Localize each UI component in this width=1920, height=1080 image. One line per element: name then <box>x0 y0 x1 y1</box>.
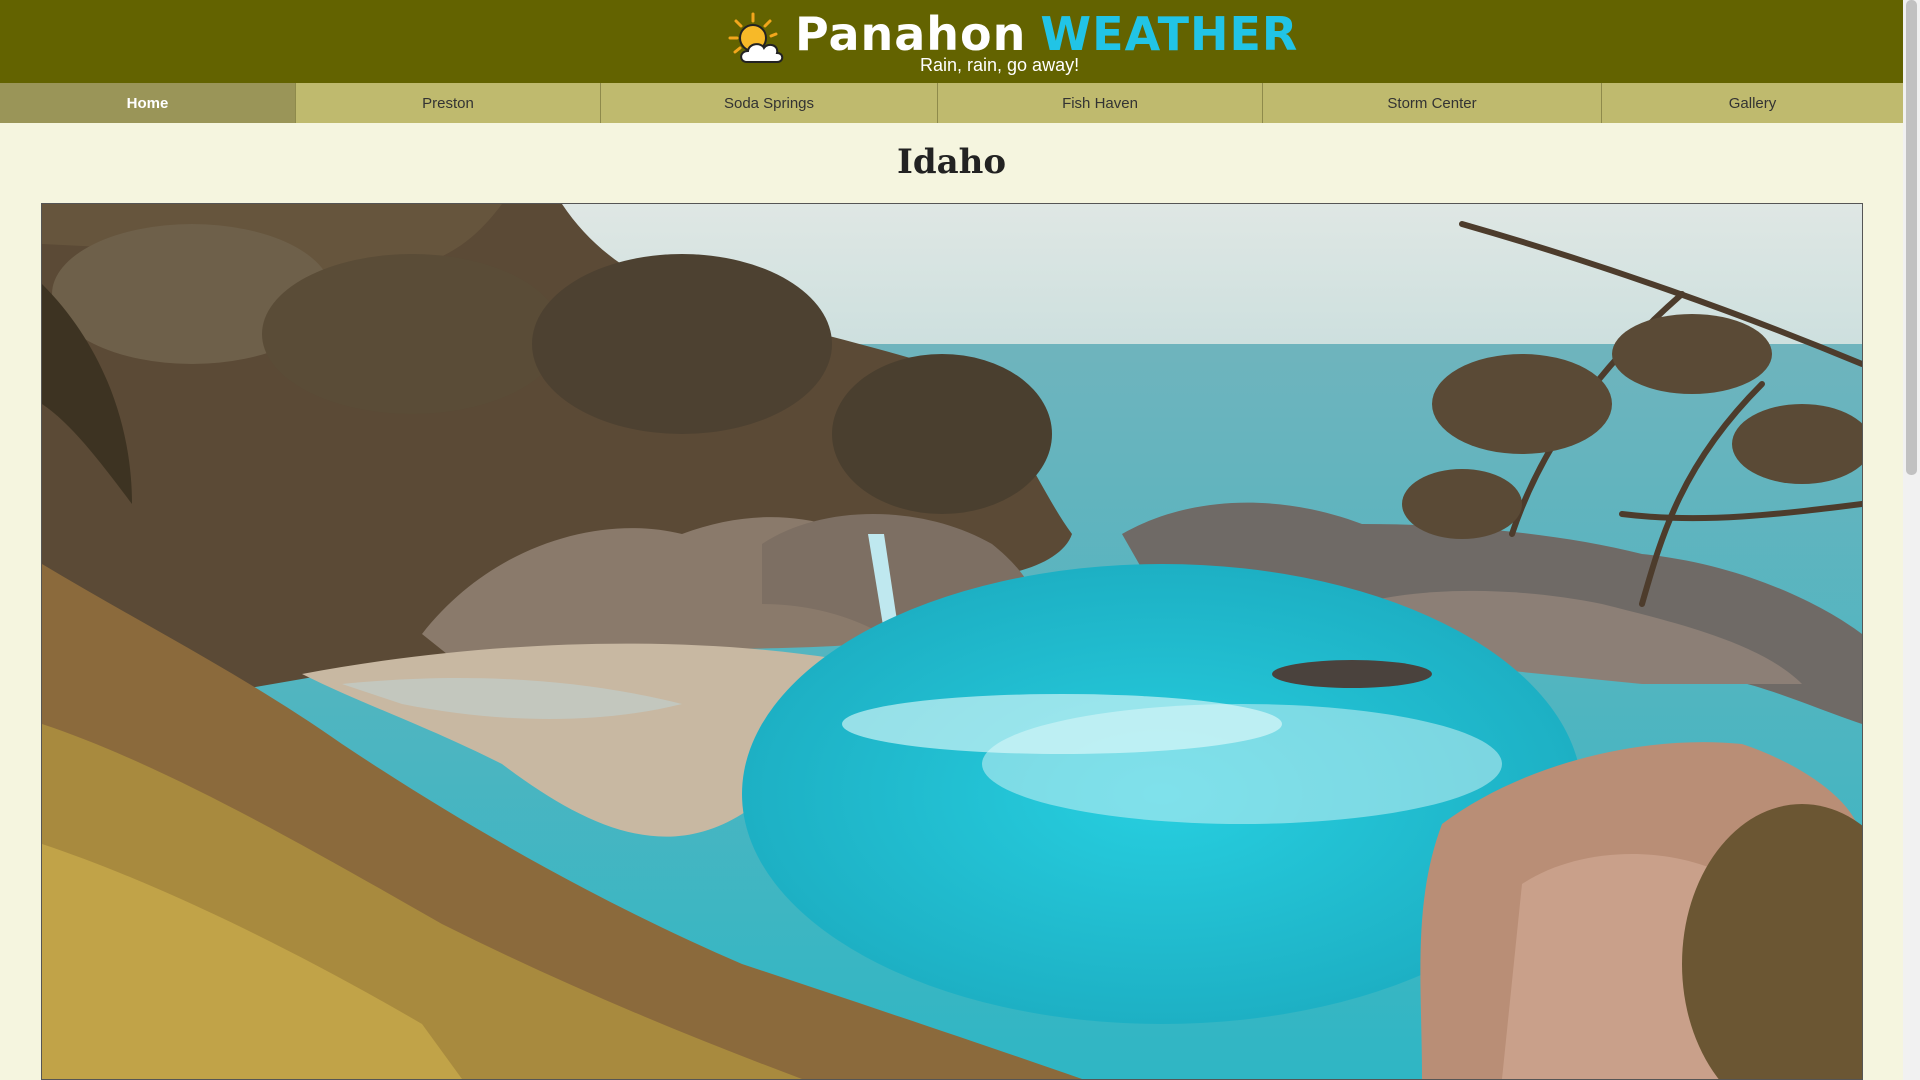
nav-item-soda-springs[interactable]: Soda Springs <box>601 83 938 123</box>
nav-item-gallery[interactable]: Gallery <box>1602 83 1903 123</box>
nav-item-preston[interactable]: Preston <box>296 83 601 123</box>
page-title: Idaho <box>896 142 1007 182</box>
nav-item-home[interactable]: Home <box>0 83 296 123</box>
tagline: Rain, rain, go away! <box>920 55 1080 75</box>
nav-item-fish-haven[interactable]: Fish Haven <box>938 83 1263 123</box>
page-scrollbar[interactable] <box>1903 0 1920 1080</box>
brand-name-part2: WEATHER <box>1040 7 1299 61</box>
scrollbar-thumb[interactable] <box>1906 0 1917 475</box>
brand-name: Panahon WEATHER <box>795 8 1298 60</box>
hero-image <box>41 203 1863 1080</box>
main-nav: Home Preston Soda Springs Fish Haven Sto… <box>0 83 1903 123</box>
nav-item-storm-center[interactable]: Storm Center <box>1263 83 1602 123</box>
brand[interactable]: Panahon WEATHER Rain, rain, go away! <box>727 8 1297 80</box>
coastal-cove-illustration <box>42 204 1862 1079</box>
site-header: Panahon WEATHER Rain, rain, go away! <box>0 0 1903 83</box>
brand-name-part1: Panahon <box>795 7 1027 61</box>
sun-cloud-icon <box>728 12 784 63</box>
